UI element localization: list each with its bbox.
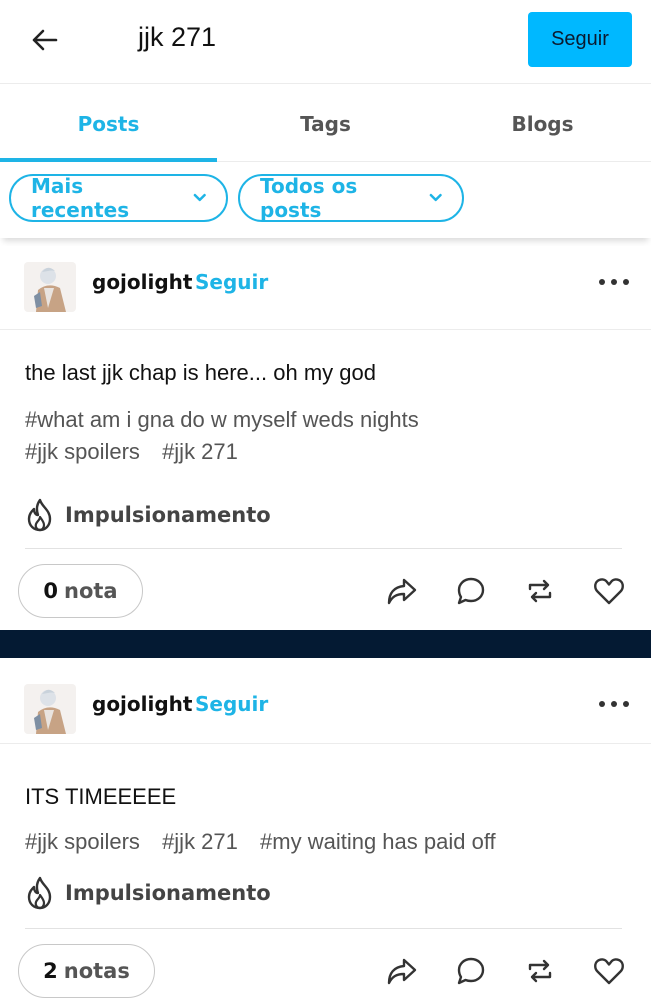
- reblog-icon: [528, 959, 552, 983]
- notes-count: 2: [43, 959, 58, 983]
- post-actions: [349, 955, 625, 987]
- comment-icon: [457, 577, 485, 605]
- divider: [25, 548, 622, 549]
- heart-icon: [594, 578, 624, 605]
- dot-icon: [611, 701, 617, 707]
- reblog-icon: [528, 579, 552, 603]
- more-options-button[interactable]: [599, 272, 629, 292]
- back-button[interactable]: [24, 22, 64, 58]
- post-text: the last jjk chap is here... oh my god: [25, 360, 376, 385]
- boost-button[interactable]: Impulsionamento: [25, 876, 271, 910]
- reply-button[interactable]: [455, 575, 487, 607]
- post-tags: #what am i gna do w myself weds nights #…: [25, 404, 625, 468]
- like-button[interactable]: [593, 575, 625, 607]
- sort-dropdown[interactable]: Mais recentes: [9, 174, 228, 222]
- tab-tags[interactable]: Tags: [217, 84, 434, 161]
- sort-label: Mais recentes: [31, 174, 130, 222]
- dot-icon: [623, 701, 629, 707]
- notes-count: 0: [43, 579, 59, 603]
- like-button[interactable]: [593, 955, 625, 987]
- avatar[interactable]: [24, 684, 76, 734]
- tag-link[interactable]: #my waiting has paid off: [260, 829, 496, 854]
- follow-link[interactable]: Seguir: [195, 270, 268, 294]
- chevron-down-icon: [429, 193, 442, 202]
- arrow-left-icon: [32, 29, 58, 51]
- reply-button[interactable]: [455, 955, 487, 987]
- post-tags: #jjk spoilers #jjk 271 #my waiting has p…: [25, 826, 625, 858]
- flame-icon: [27, 498, 52, 532]
- divider: [25, 928, 622, 929]
- notes-label: notas: [63, 959, 130, 983]
- dot-icon: [611, 279, 617, 285]
- flame-icon: [27, 876, 52, 910]
- follow-link[interactable]: Seguir: [195, 692, 268, 716]
- post-header: gojolight Seguir: [0, 246, 651, 330]
- post-card: gojolight Seguir the last jjk chap is he…: [0, 246, 651, 630]
- tag-link[interactable]: #jjk spoilers: [25, 439, 140, 464]
- top-bar: jjk 271 Seguir: [0, 0, 651, 84]
- more-options-button[interactable]: [599, 694, 629, 714]
- boost-button[interactable]: Impulsionamento: [25, 498, 271, 532]
- tab-bar: Posts Tags Blogs: [0, 84, 651, 162]
- share-icon: [387, 578, 417, 605]
- search-query[interactable]: jjk 271: [138, 22, 216, 53]
- tag-link[interactable]: #jjk 271: [162, 829, 238, 854]
- heart-icon: [594, 958, 624, 985]
- tag-link[interactable]: #jjk spoilers: [25, 829, 140, 854]
- post-text: ITS TIMEEEEE: [25, 784, 177, 809]
- share-icon: [387, 958, 417, 985]
- tag-link[interactable]: #what am i gna do w myself weds nights: [25, 407, 419, 432]
- post-divider: [0, 630, 651, 658]
- post-type-label: Todos os posts: [260, 174, 358, 222]
- tag-link[interactable]: #jjk 271: [162, 439, 238, 464]
- avatar[interactable]: [24, 262, 76, 312]
- tab-posts[interactable]: Posts: [0, 84, 217, 162]
- post-username[interactable]: gojolight: [92, 692, 192, 716]
- share-button[interactable]: [386, 575, 418, 607]
- dot-icon: [599, 279, 605, 285]
- share-button[interactable]: [386, 955, 418, 987]
- filter-bar: Mais recentes Todos os posts: [0, 162, 651, 238]
- dot-icon: [599, 701, 605, 707]
- follow-search-button[interactable]: Seguir: [528, 12, 632, 67]
- reblog-button[interactable]: [524, 955, 556, 987]
- boost-label: Impulsionamento: [65, 503, 271, 527]
- tab-blogs[interactable]: Blogs: [434, 84, 651, 161]
- notes-button[interactable]: 2 notas: [18, 944, 155, 998]
- post-card: gojolight Seguir ITS TIMEEEEE #jjk spoil…: [0, 660, 651, 1000]
- reblog-button[interactable]: [524, 575, 556, 607]
- notes-label: nota: [64, 579, 118, 603]
- post-header: gojolight Seguir: [0, 660, 651, 744]
- post-type-dropdown[interactable]: Todos os posts: [238, 174, 464, 222]
- chevron-down-icon: [193, 193, 206, 202]
- notes-button[interactable]: 0 nota: [18, 564, 143, 618]
- comment-icon: [457, 957, 485, 985]
- boost-label: Impulsionamento: [65, 881, 271, 905]
- post-actions: [349, 575, 625, 607]
- dot-icon: [623, 279, 629, 285]
- post-username[interactable]: gojolight: [92, 270, 192, 294]
